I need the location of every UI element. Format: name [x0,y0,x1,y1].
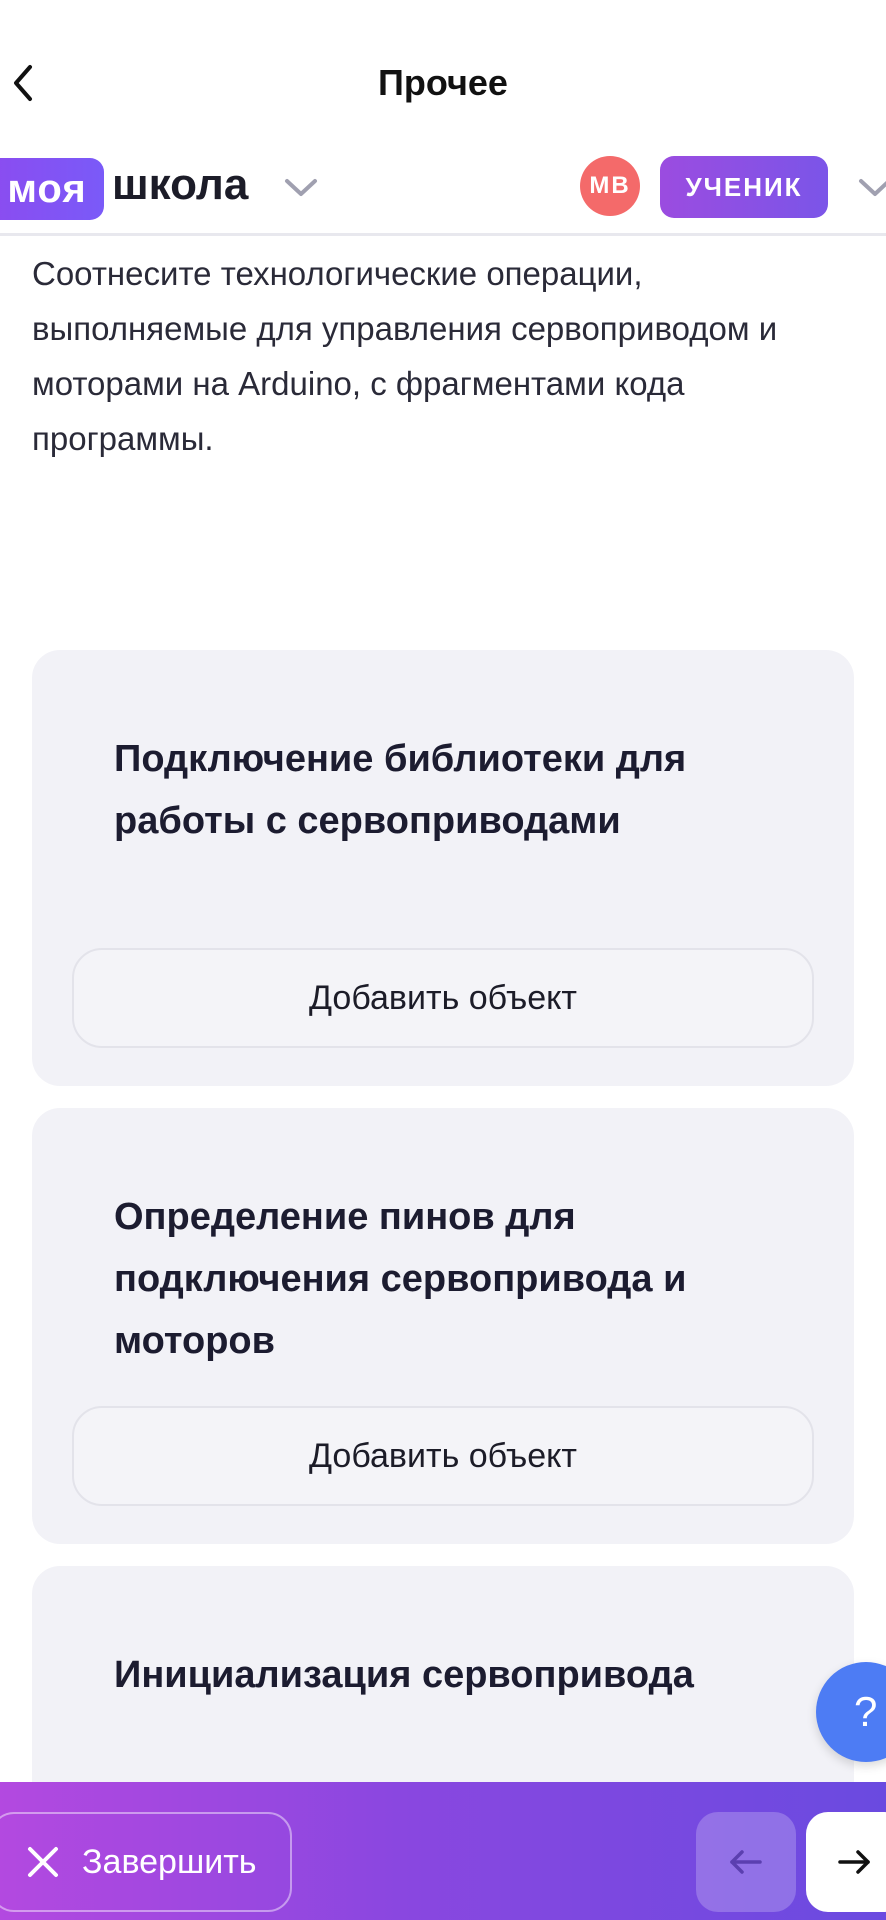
finish-button-label: Завершить [82,1842,257,1881]
logo-part-shkola[interactable]: школа [112,160,248,210]
app-screen: Прочее моя школа МВ УЧЕНИК Соотнесите те… [0,0,886,1920]
previous-button[interactable] [696,1812,796,1912]
match-card-title: Инициализация сервопривода [114,1654,694,1696]
arrow-right-icon [838,1850,870,1874]
match-card-title: Подключение библиотеки для работы с серв… [114,738,687,842]
match-card: Определение пинов для подключения сервоп… [32,1108,854,1544]
question-mark-icon: ? [854,1688,878,1735]
avatar[interactable]: МВ [580,156,640,216]
add-object-button[interactable]: Добавить объект [72,1406,814,1506]
bottom-action-bar: Завершить [0,1782,886,1920]
finish-button[interactable]: Завершить [0,1812,292,1912]
chevron-down-icon[interactable] [284,178,318,198]
page-title: Прочее [378,62,508,103]
logo-part-moya[interactable]: моя [0,158,104,220]
question-text: Соотнесите технологические операции, вып… [32,255,778,457]
close-icon [28,1847,58,1877]
match-card-title: Определение пинов для подключения сервоп… [114,1196,687,1362]
arrow-left-icon [730,1850,762,1874]
match-card: Подключение библиотеки для работы с серв… [32,650,854,1086]
add-object-button[interactable]: Добавить объект [72,948,814,1048]
chevron-down-icon[interactable] [858,178,886,198]
role-badge[interactable]: УЧЕНИК [660,156,828,218]
top-nav: Прочее [0,0,886,140]
next-button[interactable] [806,1812,886,1912]
app-header: моя школа МВ УЧЕНИК [0,150,886,236]
